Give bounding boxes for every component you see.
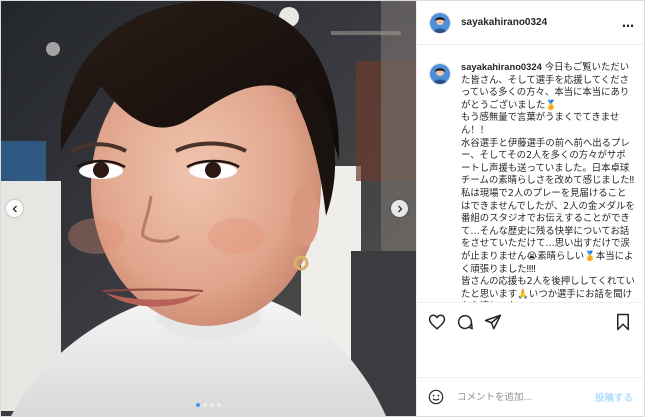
post-comment-button[interactable]: 投稿する	[595, 390, 633, 404]
heart-icon	[428, 313, 446, 330]
chevron-right-icon	[397, 205, 402, 212]
comment-button[interactable]	[455, 312, 475, 332]
like-button[interactable]	[427, 312, 447, 332]
save-button[interactable]	[613, 312, 633, 332]
chevron-left-icon	[12, 205, 17, 212]
emoji-button[interactable]	[427, 388, 445, 406]
caption-area: sayakahirano0324 今日もご覧いただいた皆さん、そして選手を応援し…	[417, 45, 643, 302]
action-bar	[417, 302, 643, 340]
share-button[interactable]	[483, 312, 503, 332]
caption-username[interactable]: sayakahirano0324	[461, 61, 542, 72]
carousel-dot	[217, 403, 221, 407]
post-media[interactable]	[1, 1, 416, 416]
avatar[interactable]	[429, 63, 451, 85]
add-comment-bar: 投稿する	[417, 377, 643, 416]
carousel-dot	[196, 403, 200, 407]
avatar[interactable]	[429, 11, 451, 34]
username[interactable]: sayakahirano0324	[461, 17, 547, 28]
carousel-dots	[1, 403, 416, 407]
carousel-dot	[203, 403, 207, 407]
more-options-icon[interactable]: …	[622, 16, 634, 30]
carousel-next-button[interactable]	[391, 200, 408, 217]
paper-plane-icon	[484, 314, 502, 329]
bookmark-icon	[617, 313, 629, 330]
photo-selfie	[1, 1, 416, 416]
comment-icon	[457, 314, 473, 329]
post-caption: sayakahirano0324 今日もご覧いただいた皆さん、そして選手を応援し…	[461, 61, 635, 302]
post-sidebar: sayakahirano0324 … sayakahirano0324 今日もご…	[416, 1, 644, 416]
carousel-dot	[210, 403, 214, 407]
emoji-icon	[428, 389, 444, 405]
post-header: sayakahirano0324 …	[417, 1, 644, 45]
caption-text: 今日もご覧いただいた皆さん、そして選手を応援してくださっている多くの方々、本当に…	[461, 62, 635, 302]
comment-input[interactable]	[455, 390, 595, 404]
carousel-prev-button[interactable]	[6, 200, 23, 217]
instagram-post: sayakahirano0324 … sayakahirano0324 今日もご…	[0, 0, 645, 417]
